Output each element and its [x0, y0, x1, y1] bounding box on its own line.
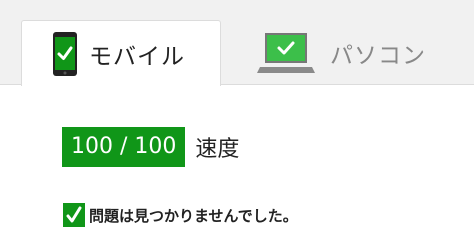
laptop-check-icon: [257, 33, 315, 73]
tab-desktop-label: パソコン: [330, 43, 426, 69]
phone-check-icon: [53, 31, 77, 76]
result-text: 問題は見つかりませんでした。: [89, 206, 298, 225]
tab-mobile[interactable]: モバイル: [21, 20, 221, 86]
score-label: 速度: [195, 137, 240, 162]
speed-score: 100 / 100 速度: [62, 127, 239, 167]
pagespeed-result-panel: モバイル パソコン 100 / 100 速度 問題は見つかりませんでした。: [0, 0, 474, 245]
tab-mobile-label: モバイル: [89, 43, 185, 70]
tab-desktop[interactable]: パソコン: [222, 20, 452, 86]
device-tab-bar: モバイル パソコン: [0, 0, 474, 86]
result-message: 問題は見つかりませんでした。: [63, 203, 298, 227]
checkmark-icon: [63, 203, 85, 227]
score-badge: 100 / 100: [62, 127, 186, 167]
